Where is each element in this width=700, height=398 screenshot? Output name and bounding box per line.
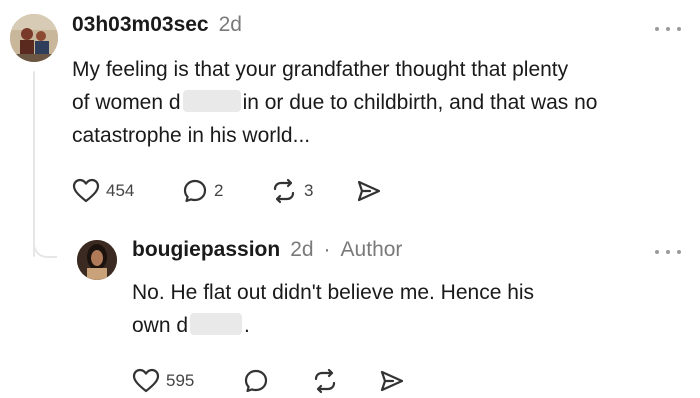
like-count: 595: [166, 371, 195, 390]
username[interactable]: 03h03m03sec: [72, 13, 209, 37]
comment-text-line: catastrophe in his world...: [72, 124, 311, 147]
reply-text-fragment: own d: [132, 314, 189, 337]
heart-icon: [72, 178, 100, 203]
share-button[interactable]: [379, 368, 405, 394]
share-button[interactable]: [356, 178, 382, 204]
timestamp[interactable]: 2d: [219, 13, 242, 37]
redaction-block: [190, 313, 243, 335]
timestamp[interactable]: 2d: [290, 238, 313, 262]
comment-text-line: My feeling is that your grandfather thou…: [72, 58, 569, 81]
share-icon: [357, 180, 381, 202]
repost-icon: [314, 368, 336, 394]
comment-icon: [244, 369, 268, 393]
reply-text-line: own d.: [132, 309, 672, 342]
thread-line: [33, 71, 35, 257]
redaction-block: [182, 90, 241, 112]
separator: ·: [323, 238, 331, 261]
reply-text-fragment: .: [244, 314, 250, 337]
heart-icon: [132, 368, 160, 393]
username[interactable]: bougiepassion: [132, 238, 280, 262]
reply-header: bougiepassion 2d · Author: [132, 238, 402, 262]
comment-text-line: of women d in or due to childbirth, and t…: [72, 86, 682, 119]
comment-body: My feeling is that your grandfather thou…: [72, 53, 682, 152]
reply-button[interactable]: 2: [182, 178, 223, 204]
reply-text-line: No. He flat out didn't believe me. Hence…: [132, 281, 535, 304]
comment-text-fragment: in or due to childbirth, and that was no: [242, 91, 598, 114]
comment-text-fragment: of women d: [72, 91, 181, 114]
reply-body: No. He flat out didn't believe me. Hence…: [132, 276, 672, 342]
thread-connector: [33, 236, 57, 258]
repost-button[interactable]: [311, 368, 339, 394]
like-count: 454: [106, 181, 135, 200]
repost-icon: [273, 178, 295, 204]
repost-button[interactable]: 3: [270, 178, 313, 204]
author-badge: Author: [340, 238, 403, 261]
more-icon[interactable]: [655, 25, 681, 33]
share-icon: [380, 370, 404, 392]
avatar[interactable]: [77, 240, 117, 280]
comment-icon: [183, 179, 207, 203]
comment-header: 03h03m03sec 2d: [72, 13, 242, 37]
avatar[interactable]: [10, 14, 58, 62]
more-icon[interactable]: [655, 248, 681, 256]
like-button[interactable]: 595: [132, 368, 194, 394]
reply-button[interactable]: [243, 368, 269, 394]
reply-count: 2: [214, 181, 224, 200]
like-button[interactable]: 454: [72, 178, 134, 204]
repost-count: 3: [304, 181, 314, 200]
